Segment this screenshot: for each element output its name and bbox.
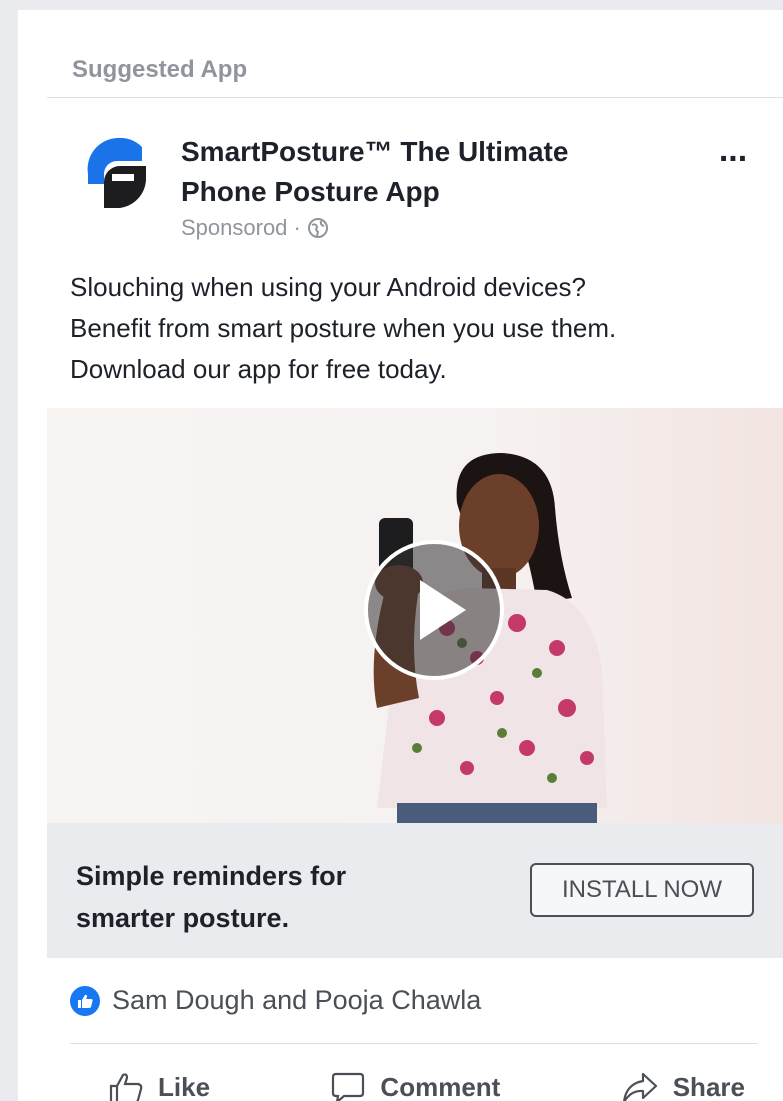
header-divider [47, 97, 783, 98]
action-bar: Like Comment Share [70, 1065, 770, 1101]
globe-icon [307, 218, 328, 238]
cta-bar: Simple reminders for smarter posture. IN… [47, 823, 783, 958]
cta-headline-line: Simple reminders for [76, 861, 347, 891]
cta-headline-line: smarter posture. [76, 903, 290, 933]
share-button[interactable]: Share [621, 1071, 745, 1101]
like-reaction-icon [70, 985, 100, 1016]
ad-card: Suggested App SmartPosture™ The Ultimate… [18, 10, 783, 1101]
logo-icon[interactable] [84, 136, 150, 212]
like-label: Like [158, 1072, 211, 1101]
like-button[interactable]: Like [108, 1071, 210, 1101]
play-button[interactable] [364, 540, 504, 680]
sponsored-label: Sponsorod · [181, 215, 301, 240]
comment-icon [332, 1072, 365, 1101]
cta-headline: Simple reminders for smarter posture. [76, 855, 426, 939]
suggested-app-label: Suggested App [72, 56, 248, 83]
reactions-row[interactable]: Sam Dough and Pooja Chawla [70, 985, 481, 1016]
sponsored-row: Sponsorod · [181, 215, 329, 241]
ad-title[interactable]: SmartPosture™ The Ultimate Phone Posture… [181, 132, 651, 212]
thumbs-up-icon [109, 1072, 143, 1101]
likes-text[interactable]: Sam Dough and Pooja Chawla [112, 985, 481, 1016]
more-options-button[interactable]: ... [708, 133, 758, 170]
actions-divider [70, 1043, 758, 1044]
comment-button[interactable]: Comment [330, 1071, 500, 1101]
ad-body-text: Slouching when using your Android device… [70, 267, 770, 390]
comment-label: Comment [380, 1072, 501, 1101]
ad-body-line: Download our app for free today. [70, 354, 447, 384]
share-icon [622, 1072, 657, 1101]
ad-body-line: Slouching when using your Android device… [70, 272, 587, 302]
ad-body-line: Benefit from smart posture when you use … [70, 313, 617, 343]
share-label: Share [672, 1072, 745, 1101]
install-now-button[interactable]: INSTALL NOW [530, 863, 754, 917]
play-icon [420, 580, 466, 640]
